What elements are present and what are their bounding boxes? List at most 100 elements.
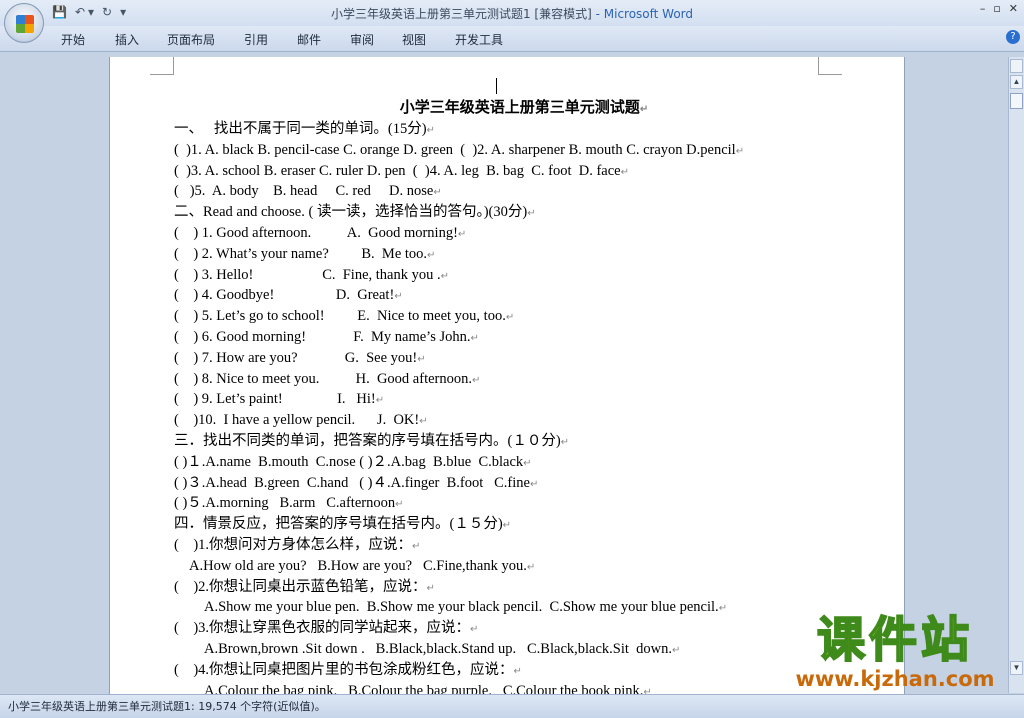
document-line: 二、Read and choose. ( 读一读，选择恰当的答句。)(30分)↵ xyxy=(174,202,854,223)
office-logo-icon xyxy=(16,15,34,33)
restore-button[interactable]: ▫ xyxy=(993,2,1000,15)
ruler-toggle-button[interactable] xyxy=(1010,59,1023,73)
document-line: ( )2.你想让同桌出示蓝色铅笔，应说：↵ xyxy=(174,577,854,598)
line-text: ( ) 7. How are you? G. See you! xyxy=(174,349,418,366)
tab-view[interactable]: 视图 xyxy=(402,31,426,48)
line-text: A.How old are you? B.How are you? C.Fine… xyxy=(189,557,527,574)
line-text: 一、 找出不属于同一类的单词。(15分) xyxy=(174,121,427,137)
tab-references[interactable]: 引用 xyxy=(244,31,268,48)
tab-mailings[interactable]: 邮件 xyxy=(297,31,321,48)
watermark-logo: 课件站 www.kjzhan.com xyxy=(770,611,1020,694)
line-text: ( ) 3. Hello! C. Fine, thank you . xyxy=(174,266,441,283)
paragraph-mark: ↵ xyxy=(735,145,745,157)
paragraph-mark: ↵ xyxy=(718,603,728,615)
paragraph-mark: ↵ xyxy=(502,520,512,532)
document-line: ( ) 7. How are you? G. See you!↵ xyxy=(174,348,854,369)
line-text: ( ) 6. Good morning! F. My name’s John. xyxy=(174,328,471,345)
margin-corner-mark xyxy=(818,57,842,75)
office-button[interactable] xyxy=(4,3,44,43)
document-line: ( )10. I have a yellow pencil. J. OK!↵ xyxy=(174,410,854,431)
paragraph-mark: ↵ xyxy=(526,561,536,573)
paragraph-mark: ↵ xyxy=(470,624,479,636)
paragraph-mark: ↵ xyxy=(412,540,421,552)
document-line: ( )１.A.name B.mouth C.nose ( )２.A.bag B.… xyxy=(174,452,854,473)
line-text: ( )3. A. school B. eraser C. ruler D. pe… xyxy=(174,162,621,179)
paragraph-mark: ↵ xyxy=(394,291,403,303)
line-text: ( )4.你想让同桌把图片里的书包涂成粉红色，应说： xyxy=(174,661,514,678)
tab-page-layout[interactable]: 页面布局 xyxy=(167,31,215,48)
paragraph-mark: ↵ xyxy=(440,270,450,282)
tab-insert[interactable]: 插入 xyxy=(115,31,139,48)
document-line: ( )1.你想问对方身体怎么样，应说：↵ xyxy=(174,535,854,556)
document-line: ( ) 1. Good afternoon. A. Good morning!↵ xyxy=(174,223,854,244)
minimize-button[interactable]: – xyxy=(980,2,986,15)
document-line: 四．情景反应，把答案的序号填在括号内。(１５分)↵ xyxy=(174,514,854,535)
document-line: ( )1. A. black B. pencil-case C. orange … xyxy=(174,140,854,161)
text-cursor xyxy=(496,78,497,94)
tab-home[interactable]: 开始 xyxy=(61,31,85,48)
document-line: A.How old are you? B.How are you? C.Fine… xyxy=(174,556,854,577)
status-bar: 小学三年级英语上册第三单元测试题1: 19,574 个字符(近似值)。 xyxy=(0,694,1024,718)
paragraph-mark: ↵ xyxy=(529,478,539,490)
line-text: 二、Read and choose. ( 读一读，选择恰当的答句。)(30分) xyxy=(174,204,528,221)
line-text: ( )2.你想让同桌出示蓝色铅笔，应说： xyxy=(174,578,427,595)
help-icon[interactable]: ? xyxy=(1006,30,1020,44)
document-line: ( )3.你想让穿黑色衣服的同学站起来，应说：↵ xyxy=(174,618,854,639)
document-line: ( ) 8. Nice to meet you. H. Good afterno… xyxy=(174,369,854,390)
document-line: ( ) 9. Let’s paint! I. Hi!↵ xyxy=(174,389,854,410)
line-text: ( ) 9. Let’s paint! I. Hi! xyxy=(174,391,376,408)
document-line: ( ) 2. What’s your name? B. Me too.↵ xyxy=(174,244,854,265)
line-text: A.Show me your blue pen. B.Show me your … xyxy=(204,599,719,616)
scroll-thumb[interactable] xyxy=(1010,93,1023,109)
paragraph-mark: ↵ xyxy=(639,104,649,115)
line-text: ( )５.A.morning B.arm C.afternoon xyxy=(174,495,396,512)
line-text: ( )1. A. black B. pencil-case C. orange … xyxy=(174,141,736,158)
paragraph-mark: ↵ xyxy=(426,582,435,594)
scroll-up-button[interactable]: ▲ xyxy=(1010,75,1023,89)
title-bar: 💾 ↶ ▾ ↻ ▾ 小学三年级英语上册第三单元测试题1 [兼容模式] - Mic… xyxy=(0,0,1024,26)
paragraph-mark: ↵ xyxy=(395,499,404,511)
paragraph-mark: ↵ xyxy=(417,353,426,365)
line-text: ( )1.你想问对方身体怎么样，应说： xyxy=(174,536,413,553)
watermark-text: 课件站 xyxy=(816,611,973,669)
paragraph-mark: ↵ xyxy=(513,665,522,677)
document-line: A.Brown,brown .Sit down . B.Black,black.… xyxy=(174,639,854,660)
document-line: 一、 找出不属于同一类的单词。(15分)↵ xyxy=(174,119,854,140)
paragraph-mark: ↵ xyxy=(433,187,442,199)
document-line: ( )3. A. school B. eraser C. ruler D. pe… xyxy=(174,161,854,182)
tab-developer[interactable]: 开发工具 xyxy=(455,31,503,48)
margin-corner-mark xyxy=(150,57,174,75)
line-text: ( )10. I have a yellow pencil. J. OK! xyxy=(174,412,420,429)
paragraph-mark: ↵ xyxy=(419,416,428,428)
paragraph-mark: ↵ xyxy=(527,208,536,220)
close-button[interactable]: ✕ xyxy=(1009,2,1018,15)
document-name: 小学三年级英语上册第三单元测试题1 [兼容模式] xyxy=(330,7,592,21)
document-body[interactable]: 小学三年级英语上册第三单元测试题↵ 一、 找出不属于同一类的单词。(15分)↵(… xyxy=(174,97,854,701)
document-line: ( ) 5. Let’s go to school! E. Nice to me… xyxy=(174,306,854,327)
document-line: A.Show me your blue pen. B.Show me your … xyxy=(174,597,854,618)
line-text: ( ) 5. Let’s go to school! E. Nice to me… xyxy=(174,308,506,325)
document-line: ( ) 3. Hello! C. Fine, thank you .↵ xyxy=(174,265,854,286)
paragraph-mark: ↵ xyxy=(457,228,467,240)
watermark-url: www.kjzhan.com xyxy=(795,667,995,691)
paragraph-mark: ↵ xyxy=(620,166,629,178)
line-text: ( ) 2. What’s your name? B. Me too. xyxy=(174,245,428,262)
line-text: ( ) 8. Nice to meet you. H. Good afterno… xyxy=(174,370,472,387)
line-text: ( )３.A.head B.green C.hand ( )４.A.finger… xyxy=(174,474,530,491)
document-line: ( )5. A. body B. head C. red D. nose↵ xyxy=(174,181,854,202)
vertical-scrollbar[interactable]: ▲ ▼ xyxy=(1008,57,1024,693)
line-text: A.Brown,brown .Sit down . B.Black,black.… xyxy=(204,640,672,657)
paragraph-mark: ↵ xyxy=(505,312,515,324)
status-text: 小学三年级英语上册第三单元测试题1: 19,574 个字符(近似值)。 xyxy=(8,700,326,713)
paragraph-mark: ↵ xyxy=(375,395,385,407)
paragraph-mark: ↵ xyxy=(560,436,570,448)
document-line: ( )4.你想让同桌把图片里的书包涂成粉红色，应说：↵ xyxy=(174,660,854,681)
document-line: ( ) 4. Goodbye! D. Great!↵ xyxy=(174,285,854,306)
paragraph-mark: ↵ xyxy=(426,125,435,136)
document-line: ( ) 6. Good morning! F. My name’s John.↵ xyxy=(174,327,854,348)
paragraph-mark: ↵ xyxy=(427,249,436,261)
document-line: ( )３.A.head B.green C.hand ( )４.A.finger… xyxy=(174,473,854,494)
line-text: ( )5. A. body B. head C. red D. nose xyxy=(174,183,434,200)
window-title: 小学三年级英语上册第三单元测试题1 [兼容模式] - Microsoft Wor… xyxy=(0,5,1024,22)
tab-review[interactable]: 审阅 xyxy=(350,31,374,48)
